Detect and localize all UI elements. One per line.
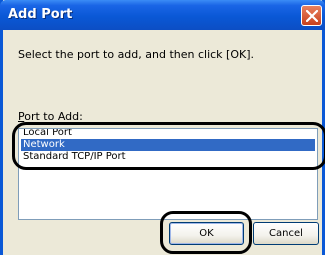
close-icon [306, 10, 318, 22]
cancel-button[interactable]: Cancel [253, 222, 319, 245]
instruction-text: Select the port to add, and then click [… [18, 48, 255, 61]
ok-highlight-callout [160, 211, 252, 254]
title-bar[interactable]: Add Port [0, 0, 325, 30]
dialog-title: Add Port [8, 7, 73, 22]
list-highlight-callout [12, 122, 325, 170]
add-port-dialog: Add Port Select the port to add, and the… [0, 0, 325, 255]
close-button[interactable] [301, 5, 322, 26]
